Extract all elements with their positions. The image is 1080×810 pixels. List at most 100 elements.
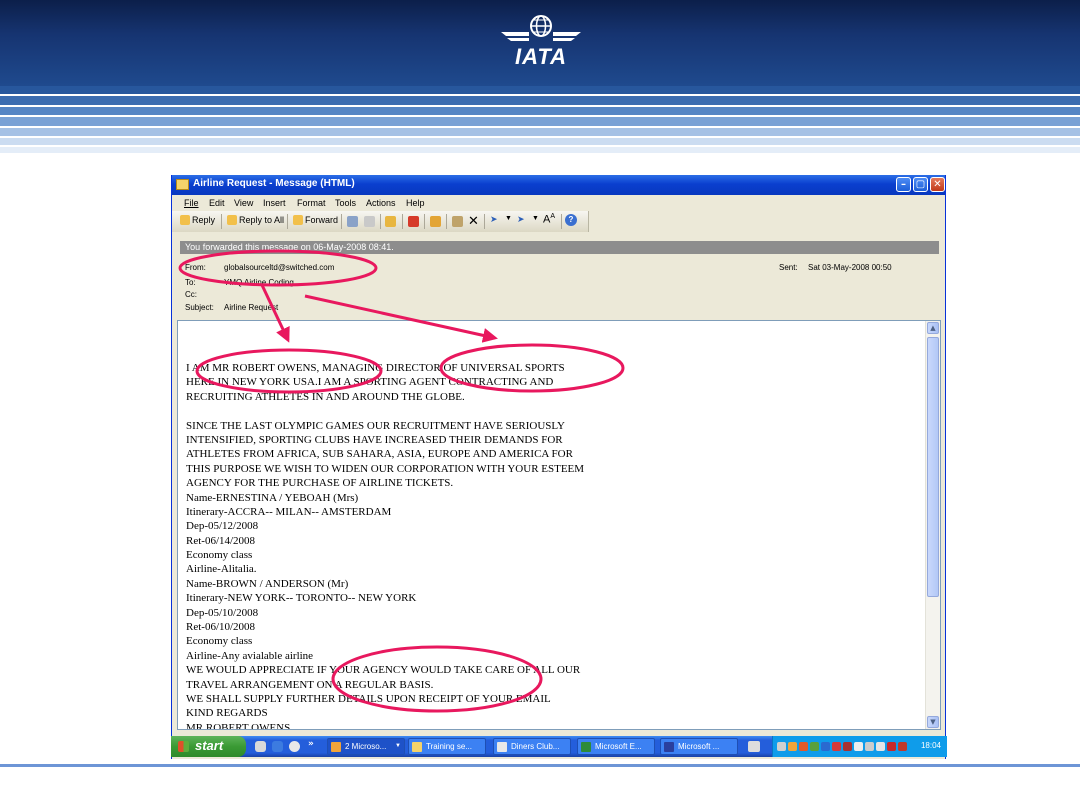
tray-app-icon[interactable] <box>799 742 808 751</box>
tray-app-icon[interactable] <box>854 742 863 751</box>
forwarded-infobar: You forwarded this message on 06-May-200… <box>180 241 939 254</box>
maximize-button[interactable]: ▢ <box>913 177 928 192</box>
windows-flag-icon <box>178 741 189 752</box>
ie-icon[interactable] <box>272 741 283 752</box>
reply-button[interactable]: Reply <box>180 215 215 225</box>
from-label: From: <box>185 263 206 272</box>
tray-app-icon[interactable] <box>788 742 797 751</box>
vertical-scrollbar[interactable]: ▲ ▼ <box>925 321 940 729</box>
flag-icon[interactable] <box>408 216 419 227</box>
menu-insert[interactable]: Insert <box>263 198 286 208</box>
toolbar: Reply Reply to All Forward ✕ ➤ ▼ ➤ ▼ AA … <box>172 211 589 232</box>
media-player-icon[interactable] <box>289 741 300 752</box>
excel-icon <box>581 742 591 752</box>
tray-app-icon[interactable] <box>887 742 896 751</box>
message-line: WE WOULD APPRECIATE IF YOUR AGENCY WOULD… <box>186 664 581 677</box>
message-line: KIND REGARDS <box>186 707 268 720</box>
to-value[interactable]: YMQ Airline Coding <box>224 278 294 287</box>
logo-text: IATA <box>514 44 568 69</box>
task-outlook[interactable]: 2 Microso... ▼ <box>327 738 405 755</box>
outlook-icon <box>331 742 341 752</box>
window-title: Airline Request - Message (HTML) <box>193 178 355 189</box>
menu-actions[interactable]: Actions <box>366 198 396 208</box>
minimize-button[interactable]: – <box>896 177 911 192</box>
scroll-thumb[interactable] <box>927 337 939 597</box>
copy-icon[interactable] <box>364 216 375 227</box>
document-icon <box>497 742 507 752</box>
tray-app-icon[interactable] <box>843 742 852 751</box>
header-stripe <box>0 117 1080 126</box>
message-line: RECRUITING ATHLETES IN AND AROUND THE GL… <box>186 390 465 403</box>
toolbar-separator <box>484 214 485 229</box>
tray-app-icon[interactable] <box>865 742 874 751</box>
header-stripe <box>0 147 1080 153</box>
message-line: TRAVEL ARRANGEMENT ON A REGULAR BASIS. <box>186 678 434 691</box>
message-line: MR ROBERT OWENS <box>186 721 291 730</box>
close-button[interactable]: ✕ <box>930 177 945 192</box>
scroll-down-icon[interactable]: ▼ <box>927 716 939 728</box>
menu-format[interactable]: Format <box>297 198 326 208</box>
reply-all-button[interactable]: Reply to All <box>227 215 284 225</box>
message-line <box>186 404 916 418</box>
message-line: I AM MR ROBERT OWENS, MANAGING DIRECTOR … <box>186 362 565 374</box>
subject-label: Subject: <box>185 303 214 312</box>
forward-icon <box>293 215 303 225</box>
system-tray: 18:04 <box>772 736 947 757</box>
message-line: Itinerary-NEW YORK-- TORONTO-- NEW YORK <box>186 592 417 605</box>
help-icon[interactable]: ? <box>565 214 577 226</box>
menu-tools[interactable]: Tools <box>335 198 356 208</box>
mcafee-icon[interactable] <box>898 742 907 751</box>
network-icon[interactable] <box>777 742 786 751</box>
message-line: Name-BROWN / ANDERSON (Mr) <box>186 577 349 590</box>
start-button[interactable]: start <box>171 736 246 757</box>
from-value[interactable]: globalsourceltd@switched.com <box>224 263 334 272</box>
print-icon[interactable] <box>347 216 358 227</box>
task-word[interactable]: Microsoft ... <box>660 738 738 755</box>
task-diners-club[interactable]: Diners Club... <box>493 738 571 755</box>
wireless-icon[interactable] <box>876 742 885 751</box>
message-line: THIS PURPOSE WE WISH TO WIDEN OUR CORPOR… <box>186 462 585 475</box>
chevron-down-icon[interactable]: ▼ <box>532 215 539 222</box>
message-line: Itinerary-ACCRA-- MILAN-- AMSTERDAM <box>186 505 392 518</box>
envelope-icon <box>176 179 189 190</box>
toolbar-separator <box>402 214 403 229</box>
toolbar-separator <box>341 214 342 229</box>
task-excel[interactable]: Microsoft E... <box>577 738 655 755</box>
font-size-icon[interactable]: AA <box>543 213 555 226</box>
message-line: Dep-05/10/2008 <box>186 606 259 619</box>
delete-icon[interactable]: ✕ <box>468 213 479 229</box>
message-body[interactable]: I AM MR ROBERT OWENS, MANAGING DIRECTOR … <box>177 320 941 730</box>
scroll-up-icon[interactable]: ▲ <box>927 322 939 334</box>
antivirus-icon[interactable] <box>832 742 841 751</box>
junk-icon[interactable] <box>452 216 463 227</box>
toolbar-separator <box>561 214 562 229</box>
globe-wings-icon <box>501 15 581 41</box>
menu-file[interactable]: File <box>184 198 199 208</box>
slide-header: IATA <box>0 0 1080 160</box>
next-item-icon[interactable]: ➤ <box>517 214 525 225</box>
header-stripe <box>0 128 1080 136</box>
move-icon[interactable] <box>385 216 396 227</box>
header-stripe <box>0 107 1080 115</box>
show-desktop-icon[interactable] <box>255 741 266 752</box>
menu-edit[interactable]: Edit <box>209 198 225 208</box>
previous-item-icon[interactable]: ➤ <box>490 214 498 225</box>
menu-help[interactable]: Help <box>406 198 425 208</box>
help-icon[interactable] <box>748 741 760 752</box>
task-training[interactable]: Training se... <box>408 738 486 755</box>
slide-footer-line <box>0 764 1080 767</box>
to-label: To: <box>185 278 196 287</box>
tray-app-icon[interactable] <box>810 742 819 751</box>
forward-button[interactable]: Forward <box>293 215 338 225</box>
clock: 18:04 <box>920 741 941 750</box>
message-line: Ret-06/10/2008 <box>186 621 256 634</box>
chevron-down-icon[interactable]: ▼ <box>505 215 512 222</box>
message-window: Airline Request - Message (HTML) – ▢ ✕ F… <box>171 175 946 759</box>
message-line: Airline-Alitalia. <box>186 563 257 576</box>
folder-icon <box>412 742 422 752</box>
categories-icon[interactable] <box>430 216 441 227</box>
message-line: HERE IN NEW YORK USA.I AM A SPORTING AGE… <box>186 376 554 389</box>
tray-app-icon[interactable] <box>821 742 830 751</box>
menu-view[interactable]: View <box>234 198 253 208</box>
more-quicklaunch-icon[interactable]: » <box>308 739 316 749</box>
